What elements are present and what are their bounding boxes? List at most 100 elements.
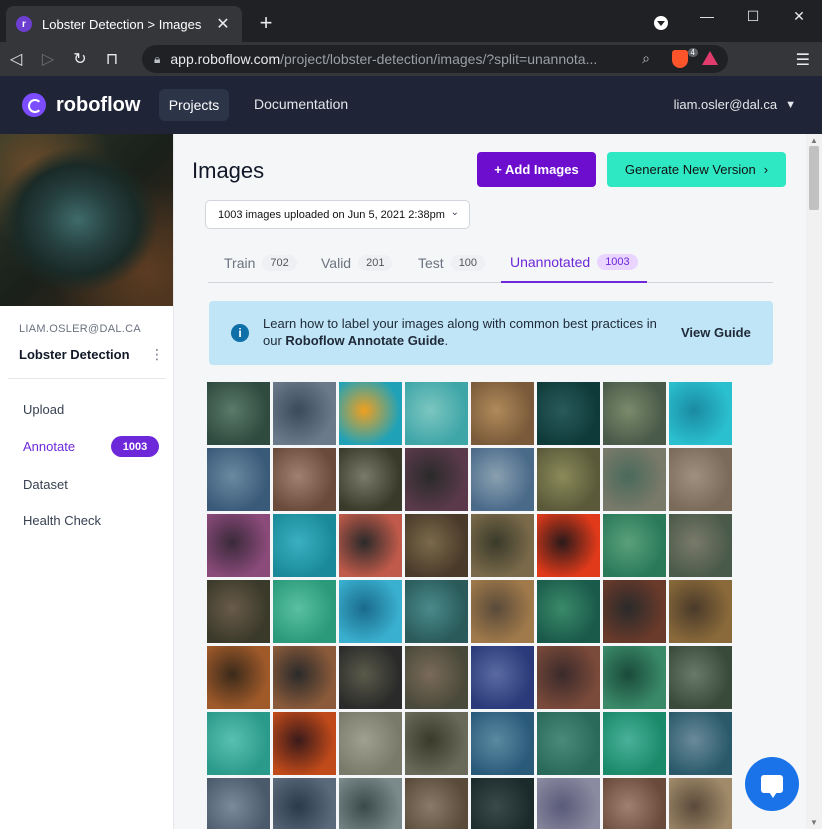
image-thumbnail[interactable]	[471, 514, 534, 577]
image-thumbnail[interactable]	[537, 448, 600, 511]
image-thumbnail[interactable]	[471, 448, 534, 511]
page-scrollbar[interactable]: ▲ ▼	[806, 134, 822, 829]
batch-select[interactable]: 1003 images uploaded on Jun 5, 2021 2:38…	[205, 200, 470, 229]
image-thumbnail[interactable]	[537, 778, 600, 829]
lock-icon[interactable]: 🔒︎	[154, 52, 160, 67]
image-thumbnail[interactable]	[603, 448, 666, 511]
generate-version-button[interactable]: Generate New Version ›	[607, 152, 786, 187]
tab-train[interactable]: Train 702	[224, 243, 297, 283]
banner-guide-link[interactable]: Roboflow Annotate Guide	[285, 333, 444, 348]
image-thumbnail[interactable]	[207, 712, 270, 775]
chat-button[interactable]	[745, 757, 799, 811]
image-thumbnail[interactable]	[537, 382, 600, 445]
image-thumbnail[interactable]	[273, 448, 336, 511]
tab-search-icon[interactable]	[654, 16, 668, 30]
bookmark-icon[interactable]: ⊓	[96, 49, 128, 69]
scrollbar-thumb[interactable]	[809, 146, 819, 210]
project-menu-icon[interactable]: ⋮	[150, 346, 164, 363]
image-thumbnail[interactable]	[669, 448, 732, 511]
annotate-guide-banner: i Learn how to label your images along w…	[209, 301, 773, 365]
maximize-button[interactable]: ☐	[730, 8, 776, 25]
image-thumbnail[interactable]	[537, 712, 600, 775]
minimize-button[interactable]: —	[684, 8, 730, 24]
image-thumbnail[interactable]	[207, 580, 270, 643]
image-thumbnail[interactable]	[273, 646, 336, 709]
image-thumbnail[interactable]	[405, 448, 468, 511]
user-menu[interactable]: liam.osler@dal.ca ▼	[674, 97, 796, 112]
image-thumbnail[interactable]	[603, 646, 666, 709]
close-window-button[interactable]: ✕	[776, 8, 822, 25]
image-thumbnail[interactable]	[339, 382, 402, 445]
image-thumbnail[interactable]	[537, 514, 600, 577]
nav-projects[interactable]: Projects	[159, 89, 229, 121]
tab-test[interactable]: Test 100	[418, 243, 486, 283]
image-thumbnail[interactable]	[339, 712, 402, 775]
sidebar-item-upload[interactable]: Upload	[23, 402, 64, 417]
add-images-button[interactable]: + Add Images	[477, 152, 596, 187]
image-thumbnail[interactable]	[603, 712, 666, 775]
image-thumbnail[interactable]	[669, 382, 732, 445]
image-thumbnail[interactable]	[339, 778, 402, 829]
image-thumbnail[interactable]	[537, 580, 600, 643]
image-thumbnail[interactable]	[273, 382, 336, 445]
image-thumbnail[interactable]	[207, 382, 270, 445]
browser-tab[interactable]: r Lobster Detection > Images ✕	[6, 6, 242, 42]
zoom-icon[interactable]: ⌕	[642, 50, 650, 67]
image-thumbnail[interactable]	[339, 448, 402, 511]
tab-close-icon[interactable]: ✕	[214, 14, 232, 34]
image-thumbnail[interactable]	[207, 646, 270, 709]
image-thumbnail[interactable]	[669, 712, 732, 775]
image-thumbnail[interactable]	[669, 514, 732, 577]
new-tab-button[interactable]: +	[256, 12, 276, 34]
image-thumbnail[interactable]	[207, 448, 270, 511]
tab-unannotated[interactable]: Unannotated 1003	[501, 243, 647, 283]
image-thumbnail[interactable]	[603, 778, 666, 829]
image-thumbnail[interactable]	[471, 382, 534, 445]
sidebar-item-annotate[interactable]: Annotate	[23, 439, 75, 454]
sidebar-item-health-check[interactable]: Health Check	[23, 513, 101, 528]
image-thumbnail[interactable]	[405, 646, 468, 709]
image-thumbnail[interactable]	[471, 778, 534, 829]
brave-shields-icon[interactable]	[672, 50, 688, 68]
view-guide-button[interactable]: View Guide	[681, 325, 751, 340]
brave-rewards-icon[interactable]	[702, 51, 718, 65]
address-bar[interactable]: 🔒︎ app.roboflow.com /project/lobster-det…	[142, 45, 728, 73]
image-thumbnail[interactable]	[273, 712, 336, 775]
tab-valid[interactable]: Valid 201	[321, 243, 393, 283]
forward-icon[interactable]: ▷	[32, 49, 64, 69]
image-thumbnail[interactable]	[471, 646, 534, 709]
image-thumbnail[interactable]	[669, 580, 732, 643]
image-thumbnail[interactable]	[405, 514, 468, 577]
image-thumbnail[interactable]	[669, 646, 732, 709]
reload-icon[interactable]: ↻	[64, 49, 96, 69]
back-icon[interactable]: ◁	[0, 49, 32, 69]
image-thumbnail[interactable]	[471, 712, 534, 775]
sidebar-item-dataset[interactable]: Dataset	[23, 477, 68, 492]
tab-count: 201	[358, 255, 393, 271]
image-thumbnail[interactable]	[603, 514, 666, 577]
image-thumbnail[interactable]	[405, 580, 468, 643]
scroll-down-icon[interactable]: ▼	[810, 818, 818, 827]
image-thumbnail[interactable]	[273, 778, 336, 829]
image-thumbnail[interactable]	[405, 382, 468, 445]
image-thumbnail[interactable]	[207, 514, 270, 577]
roboflow-logo[interactable]: roboflow	[22, 93, 140, 117]
image-thumbnail[interactable]	[603, 580, 666, 643]
image-thumbnail[interactable]	[339, 580, 402, 643]
image-thumbnail[interactable]	[273, 514, 336, 577]
image-thumbnail[interactable]	[273, 580, 336, 643]
nav-documentation[interactable]: Documentation	[254, 96, 348, 112]
chevron-down-icon: ⌄	[450, 207, 459, 218]
image-thumbnail[interactable]	[669, 778, 732, 829]
image-thumbnail[interactable]	[537, 646, 600, 709]
image-thumbnail[interactable]	[405, 778, 468, 829]
batch-select-value: 1003 images uploaded on Jun 5, 2021 2:38…	[218, 208, 445, 221]
browser-menu-icon[interactable]: ☰	[796, 50, 810, 70]
image-thumbnail[interactable]	[471, 580, 534, 643]
image-thumbnail[interactable]	[603, 382, 666, 445]
scroll-up-icon[interactable]: ▲	[810, 136, 818, 145]
image-thumbnail[interactable]	[339, 646, 402, 709]
image-thumbnail[interactable]	[405, 712, 468, 775]
image-thumbnail[interactable]	[339, 514, 402, 577]
image-thumbnail[interactable]	[207, 778, 270, 829]
